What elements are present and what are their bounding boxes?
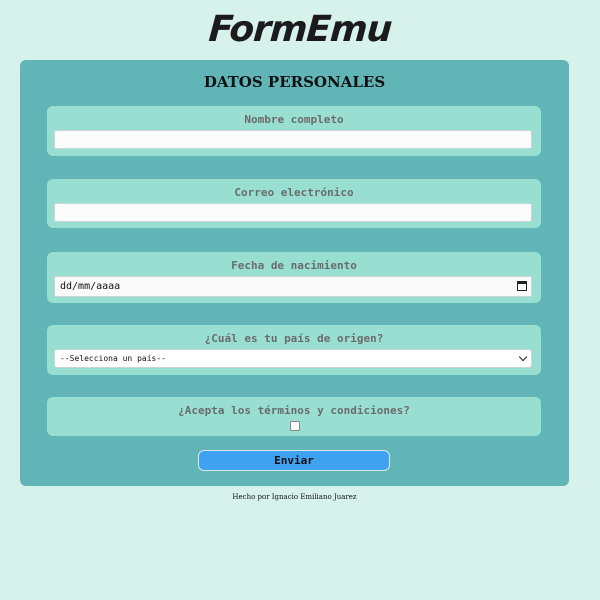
country-select[interactable]: --Selecciona un país-- bbox=[54, 349, 532, 368]
country-select-value: --Selecciona un país-- bbox=[60, 354, 166, 363]
chevron-down-icon bbox=[518, 352, 528, 362]
footer-credit: Hecho por Ignacio Emiliano Juarez bbox=[232, 493, 357, 501]
page: FormEmu DATOS PERSONALES Nombre completo… bbox=[0, 0, 600, 600]
full-name-input[interactable] bbox=[54, 130, 532, 149]
full-name-label: Nombre completo bbox=[244, 113, 344, 126]
terms-checkbox[interactable] bbox=[290, 421, 300, 431]
email-input[interactable] bbox=[54, 203, 532, 222]
terms-label: ¿Acepta los términos y condiciones? bbox=[178, 404, 410, 417]
email-group: Correo electrónico bbox=[47, 179, 541, 228]
form-title: DATOS PERSONALES bbox=[203, 73, 386, 91]
personal-data-form: DATOS PERSONALES Nombre completo Correo … bbox=[20, 60, 569, 486]
country-label: ¿Cuál es tu país de origen? bbox=[204, 332, 384, 345]
birth-date-placeholder: dd/mm/aaaa bbox=[60, 281, 121, 292]
birth-date-label: Fecha de nacimiento bbox=[231, 259, 357, 272]
submit-button[interactable]: Enviar bbox=[198, 450, 390, 471]
full-name-group: Nombre completo bbox=[47, 106, 541, 156]
email-label: Correo electrónico bbox=[234, 186, 354, 199]
terms-group: ¿Acepta los términos y condiciones? bbox=[47, 397, 541, 436]
site-logo: FormEmu bbox=[207, 9, 393, 50]
calendar-icon[interactable] bbox=[517, 281, 527, 291]
country-group: ¿Cuál es tu país de origen? --Selecciona… bbox=[47, 325, 541, 375]
birth-date-input[interactable]: dd/mm/aaaa bbox=[54, 276, 532, 297]
birth-date-group: Fecha de nacimiento dd/mm/aaaa bbox=[47, 252, 541, 303]
